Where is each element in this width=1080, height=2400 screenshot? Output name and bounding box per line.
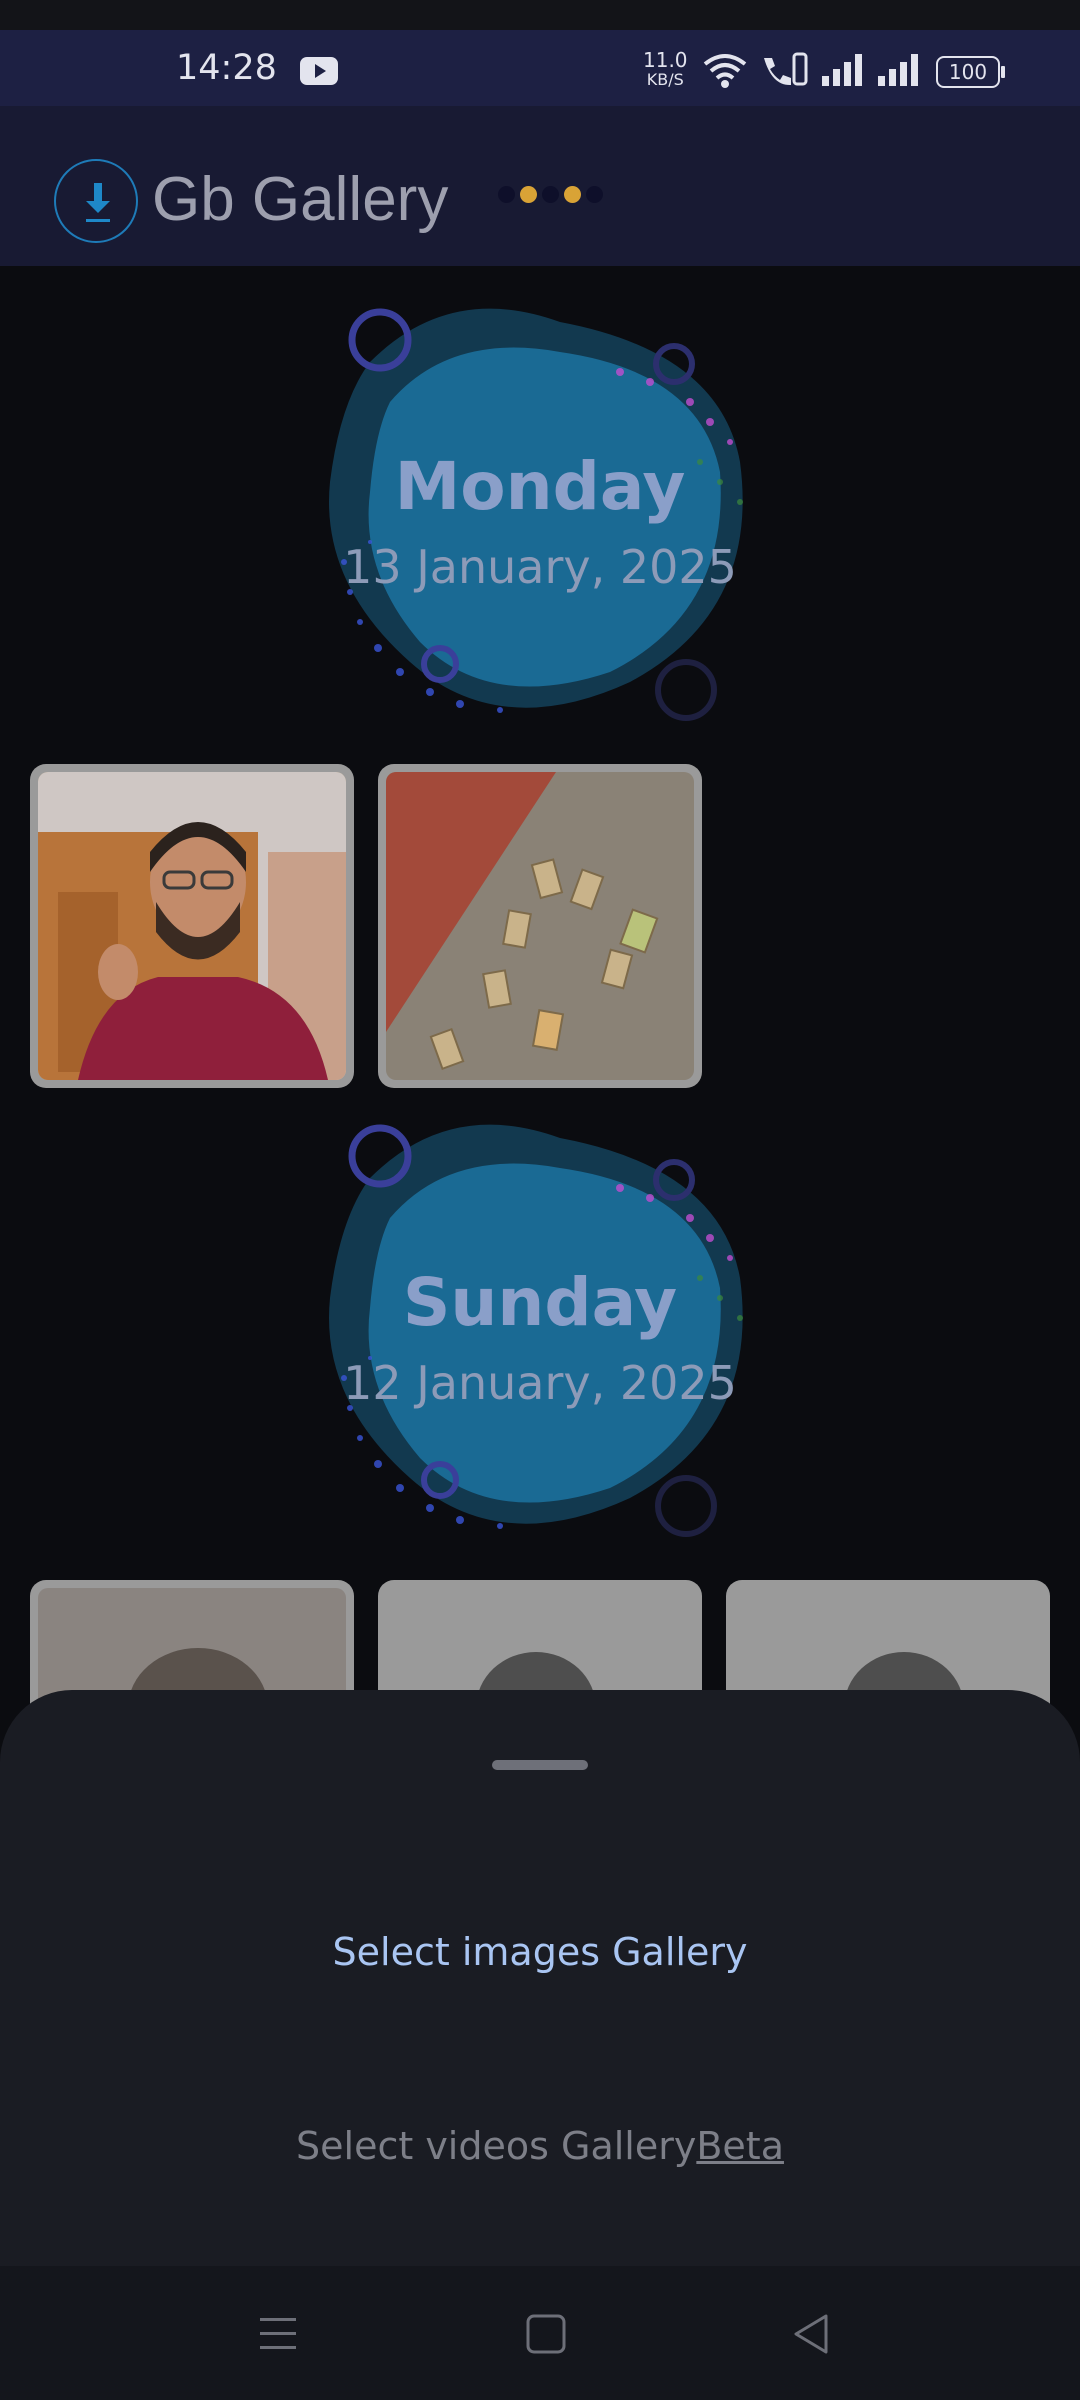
- select-images-option[interactable]: Select images Gallery: [0, 1930, 1080, 1974]
- dot: [564, 186, 581, 203]
- select-videos-option[interactable]: Select videos GalleryBeta: [0, 2124, 1080, 2168]
- beta-tag: Beta: [696, 2124, 784, 2168]
- navigation-bar: [0, 2266, 1080, 2400]
- network-speed: 11.0 KB/S: [643, 50, 688, 90]
- section-date: 12 January, 2025: [343, 1356, 737, 1410]
- signal-icon: [822, 54, 862, 86]
- youtube-icon: [300, 57, 338, 85]
- call-icon: [764, 52, 808, 86]
- network-speed-value: 11.0: [643, 48, 688, 72]
- network-speed-unit: KB/S: [646, 70, 684, 89]
- download-icon[interactable]: [54, 159, 138, 243]
- bottom-sheet: Select images Gallery Select videos Gall…: [0, 1690, 1080, 2266]
- status-top-strip: [0, 0, 1080, 30]
- drag-handle[interactable]: [492, 1760, 588, 1770]
- home-icon[interactable]: [520, 2310, 572, 2358]
- battery-icon: 100: [936, 56, 1005, 88]
- photo-thumbnail[interactable]: [30, 764, 354, 1088]
- status-time: 14:28: [176, 48, 277, 88]
- signal-icon-2: [878, 54, 918, 86]
- dot: [586, 186, 603, 203]
- menu-icon[interactable]: [252, 2310, 304, 2358]
- loading-dots: [498, 186, 608, 206]
- dot: [498, 186, 515, 203]
- dot: [542, 186, 559, 203]
- back-icon[interactable]: [786, 2310, 838, 2358]
- photo-thumbnail[interactable]: [378, 764, 702, 1088]
- status-bar: 14:28 11.0 KB/S 100: [0, 0, 1080, 106]
- select-videos-label: Select videos Gallery: [296, 2124, 697, 2168]
- section-day: Monday: [394, 448, 686, 525]
- dot: [520, 186, 537, 203]
- section-date: 13 January, 2025: [343, 540, 737, 594]
- wifi-icon: [703, 54, 747, 88]
- section-day: Sunday: [402, 1264, 678, 1341]
- app-title: Gb Gallery: [152, 165, 449, 234]
